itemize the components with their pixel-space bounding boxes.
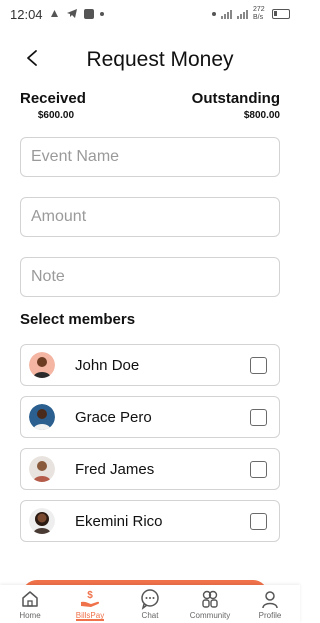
billspay-icon: $: [79, 588, 101, 610]
chat-icon: [139, 588, 161, 610]
note-input[interactable]: [21, 258, 279, 296]
nav-item-home[interactable]: Home: [0, 585, 60, 623]
status-right: 272 B/s: [212, 6, 290, 22]
sync-dot-icon: [212, 12, 216, 16]
received-value: $600.00: [37, 110, 75, 121]
nav-label: Profile: [258, 611, 282, 620]
member-checkbox[interactable]: [250, 512, 267, 530]
nav-label: Home: [19, 611, 41, 620]
signal-icon: [221, 9, 232, 19]
telegram-icon: [66, 7, 78, 22]
member-row[interactable]: Grace Pero: [20, 396, 280, 438]
nav-item-billspay[interactable]: $ BillsPay: [60, 585, 120, 623]
member-name: John Doe: [75, 356, 140, 374]
more-notifications-icon: [99, 12, 104, 16]
active-indicator: [76, 619, 104, 621]
nav-label: Community: [189, 611, 231, 620]
community-icon: [199, 588, 221, 610]
outstanding-label: Outstanding: [191, 90, 280, 107]
member-name: Fred James: [75, 460, 155, 478]
page-title: Request Money: [86, 48, 234, 71]
avatar: [29, 404, 55, 430]
signal-2-icon: [237, 9, 248, 19]
balance-summary: Received $600.00 Outstanding $800.00: [20, 90, 280, 126]
member-checkbox[interactable]: [250, 408, 267, 426]
nav-item-chat[interactable]: Chat: [120, 585, 180, 623]
status-time: 12:04: [10, 6, 43, 22]
event-name-input[interactable]: [21, 138, 279, 176]
avatar: [29, 508, 55, 534]
linkedin-icon: [83, 9, 94, 19]
event-name-field: [20, 137, 280, 177]
notification-icon: [49, 7, 60, 22]
profile-icon: [259, 588, 281, 610]
nav-item-profile[interactable]: Profile: [240, 585, 300, 623]
outstanding-value: $800.00: [243, 110, 280, 121]
avatar: [29, 352, 55, 378]
outstanding-summary: Outstanding $800.00: [192, 90, 280, 121]
received-summary: Received $600.00: [20, 90, 86, 121]
amount-input[interactable]: [21, 198, 279, 236]
note-field: [20, 257, 280, 297]
amount-field: [20, 197, 280, 237]
avatar: [29, 456, 55, 482]
svg-text:$: $: [87, 590, 93, 601]
member-row[interactable]: Ekemini Rico: [20, 500, 280, 542]
select-members-title: Select members: [20, 311, 136, 328]
member-checkbox[interactable]: [250, 356, 267, 374]
nav-label: Chat: [141, 611, 159, 620]
member-name: Grace Pero: [75, 408, 152, 426]
battery-icon: [272, 9, 290, 19]
status-bar: 12:04 272 B/s: [0, 0, 300, 28]
member-row[interactable]: Fred James: [20, 448, 280, 490]
data-rate: 272 B/s: [253, 6, 265, 21]
bottom-nav: Home $ BillsPay Chat Community Profile: [0, 585, 300, 623]
received-label: Received: [20, 90, 86, 107]
status-left: 12:04: [10, 7, 104, 22]
member-row[interactable]: John Doe: [20, 344, 280, 386]
member-name: Ekemini Rico: [75, 512, 163, 530]
nav-item-community[interactable]: Community: [180, 585, 240, 623]
home-icon: [19, 588, 41, 610]
member-checkbox[interactable]: [250, 460, 267, 478]
